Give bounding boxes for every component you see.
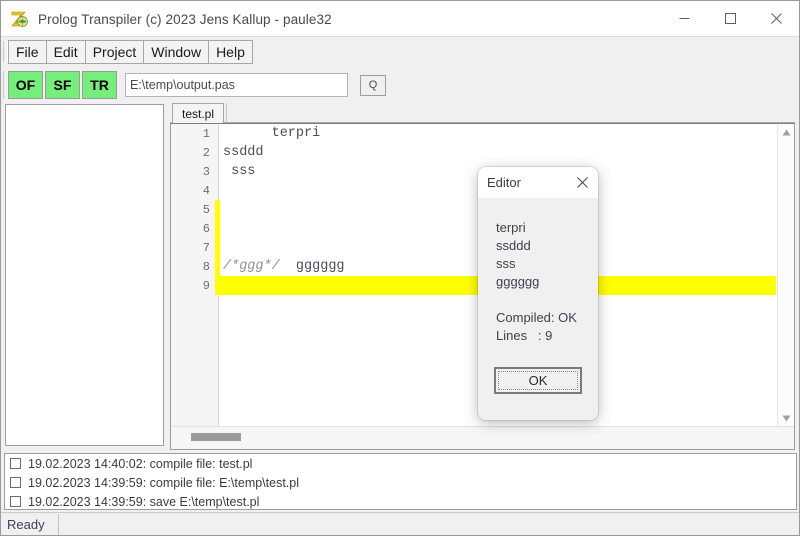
- dialog-compiled-status: Compiled: OK: [496, 310, 577, 325]
- log-row-text: 19.02.2023 14:39:59: compile file: E:\te…: [28, 475, 300, 490]
- dialog-spacer: [496, 291, 598, 309]
- window-title: Prolog Transpiler (c) 2023 Jens Kallup -…: [38, 11, 332, 27]
- toolbar-button-tr[interactable]: TR: [82, 71, 117, 99]
- log-list[interactable]: 19.02.2023 14:40:02: compile file: test.…: [4, 453, 797, 510]
- menu-bar: File Edit Project Window Help: [1, 38, 799, 66]
- menu-item-window[interactable]: Window: [143, 40, 210, 64]
- line-number: 7: [202, 240, 210, 255]
- titlebar-divider: [1, 36, 799, 37]
- query-button[interactable]: Q: [360, 74, 386, 96]
- maximize-icon[interactable]: [707, 1, 753, 36]
- dialog-lines-count: Lines : 9: [496, 328, 553, 343]
- dialog-ok-button[interactable]: OK: [494, 367, 582, 394]
- line-number: 1: [202, 126, 210, 141]
- line-number: 5: [202, 202, 210, 217]
- dialog-output-line: terpri: [496, 220, 526, 235]
- code-comment-token: /*ggg*/: [223, 259, 280, 274]
- close-icon[interactable]: [753, 1, 799, 36]
- status-bar: Ready: [1, 512, 799, 535]
- code-identifier-token: gggggg: [279, 259, 345, 274]
- log-row-checkbox[interactable]: [10, 458, 21, 469]
- code-line: terpri: [223, 126, 321, 141]
- line-number: 9: [202, 278, 210, 293]
- scroll-down-icon[interactable]: [778, 410, 794, 427]
- line-number: 3: [202, 164, 210, 179]
- tabstrip-divider: [226, 103, 240, 123]
- log-row-text: 19.02.2023 14:40:02: compile file: test.…: [28, 456, 253, 471]
- toolbar: OF SF TR E:\temp\output.pas Q: [1, 66, 799, 104]
- menu-item-project[interactable]: Project: [84, 40, 145, 64]
- line-number: 2: [202, 145, 210, 160]
- app-logo-icon: [9, 9, 29, 29]
- dialog-title: Editor: [487, 175, 521, 190]
- title-bar: Prolog Transpiler (c) 2023 Jens Kallup -…: [1, 1, 799, 37]
- dialog-body: terpri ssddd sss gggggg Compiled: OK Lin…: [478, 198, 598, 420]
- editor-tabstrip: test.pl: [170, 102, 795, 123]
- dialog-title-bar: Editor: [478, 167, 598, 198]
- line-number: 8: [202, 259, 210, 274]
- log-row-checkbox[interactable]: [10, 496, 21, 507]
- minimize-icon[interactable]: [661, 1, 707, 36]
- log-row-text: 19.02.2023 14:39:59: save E:\temp\test.p…: [28, 494, 260, 509]
- dialog-output-line: gggggg: [496, 274, 540, 289]
- editor-horizontal-scrollbar[interactable]: [171, 426, 794, 449]
- window-controls: [661, 1, 799, 36]
- application-window: Prolog Transpiler (c) 2023 Jens Kallup -…: [0, 0, 800, 536]
- horizontal-scroll-thumb[interactable]: [191, 433, 241, 441]
- log-row[interactable]: 19.02.2023 14:39:59: compile file: E:\te…: [5, 473, 796, 492]
- line-number: 6: [202, 221, 210, 236]
- log-row-checkbox[interactable]: [10, 477, 21, 488]
- project-tree-panel[interactable]: [5, 104, 164, 446]
- log-row[interactable]: 19.02.2023 14:39:59: save E:\temp\test.p…: [5, 492, 796, 509]
- editor-result-dialog: Editor terpri ssddd sss gggggg Compiled:…: [478, 167, 598, 420]
- tab-test-pl[interactable]: test.pl: [172, 103, 225, 123]
- code-line: ssddd: [223, 145, 264, 160]
- dialog-output-line: sss: [496, 256, 516, 271]
- status-secondary-cell: [59, 514, 799, 535]
- line-number: 4: [202, 183, 210, 198]
- editor-gutter: 1 2 3 4 5 6 7 8 9: [171, 124, 219, 427]
- scroll-up-icon[interactable]: [778, 124, 794, 141]
- status-text: Ready: [1, 513, 59, 535]
- menu-item-edit[interactable]: Edit: [45, 40, 86, 64]
- toolbar-button-of[interactable]: OF: [8, 71, 43, 99]
- dialog-output-line: ssddd: [496, 238, 531, 253]
- toolbar-button-sf[interactable]: SF: [45, 71, 80, 99]
- editor-vertical-scrollbar[interactable]: [777, 124, 794, 427]
- menu-item-help[interactable]: Help: [208, 40, 253, 64]
- output-path-input[interactable]: E:\temp\output.pas: [125, 73, 348, 97]
- log-row[interactable]: 19.02.2023 14:40:02: compile file: test.…: [5, 454, 796, 473]
- menu-item-file[interactable]: File: [8, 40, 47, 64]
- dialog-ok-label: OK: [528, 373, 548, 388]
- dialog-close-icon[interactable]: [573, 173, 592, 192]
